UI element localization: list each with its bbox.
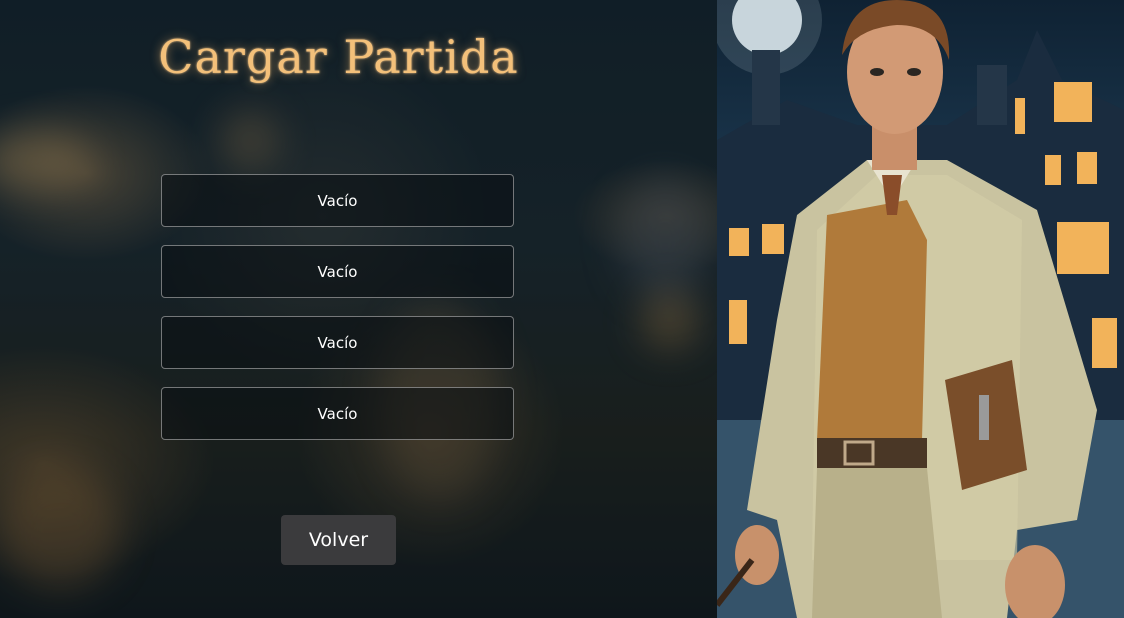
save-slot-4[interactable]: Vacío (161, 387, 514, 440)
save-slot-label: Vacío (317, 404, 358, 423)
back-button[interactable]: Volver (281, 515, 396, 565)
character-portrait-image (717, 0, 1124, 618)
back-button-label: Volver (308, 529, 369, 551)
save-slot-label: Vacío (317, 191, 358, 210)
page-title: Cargar Partida (158, 30, 519, 84)
save-slot-label: Vacío (317, 262, 358, 281)
save-slot-2[interactable]: Vacío (161, 245, 514, 298)
save-slot-3[interactable]: Vacío (161, 316, 514, 369)
save-slot-1[interactable]: Vacío (161, 174, 514, 227)
character-illustration (717, 0, 1124, 618)
save-slot-label: Vacío (317, 333, 358, 352)
